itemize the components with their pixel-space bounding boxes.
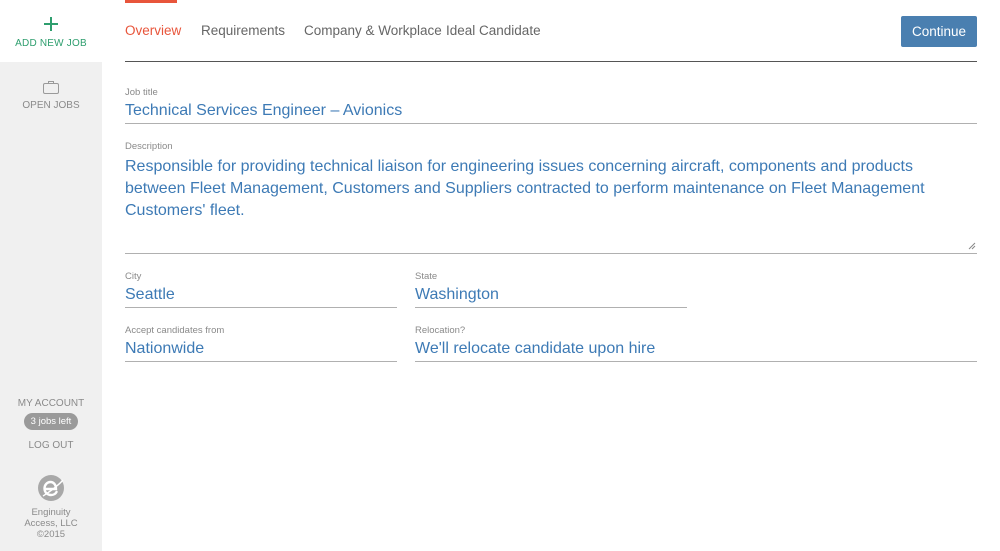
open-jobs-label: OPEN JOBS <box>22 100 80 111</box>
briefcase-icon <box>43 81 59 94</box>
job-title-label: Job title <box>125 87 158 98</box>
tab-overview[interactable]: Overview <box>125 23 181 38</box>
footer-year: ©2015 <box>36 529 66 540</box>
accept-candidates-label: Accept candidates from <box>125 325 225 336</box>
plus-icon <box>44 17 58 31</box>
open-jobs-button[interactable]: OPEN JOBS <box>0 76 102 116</box>
copyright-footer: Enginuity Access, LLC ©2015 <box>0 507 102 540</box>
sidebar: ADD NEW JOB OPEN JOBS MY ACCOUNT 3 jobs … <box>0 0 102 551</box>
job-title-field[interactable]: Technical Services Engineer – Avionics <box>125 102 977 124</box>
state-field[interactable]: Washington <box>415 286 687 308</box>
description-text: Responsible for providing technical liai… <box>125 158 925 219</box>
log-out-link[interactable]: LOG OUT <box>0 440 102 451</box>
my-account-link[interactable]: MY ACCOUNT <box>0 398 102 409</box>
enginuity-logo-icon <box>38 475 64 501</box>
footer-company-line1: Enginuity <box>31 507 71 518</box>
footer-company-line2: Access, LLC <box>24 518 78 529</box>
description-label: Description <box>125 141 173 152</box>
tab-ideal-candidate[interactable]: Ideal Candidate <box>446 23 541 38</box>
description-field[interactable]: Responsible for providing technical liai… <box>125 156 977 254</box>
resize-handle-icon[interactable] <box>968 242 976 250</box>
accept-candidates-field[interactable]: Nationwide <box>125 340 397 362</box>
relocation-field[interactable]: We'll relocate candidate upon hire <box>415 340 977 362</box>
jobs-left-badge: 3 jobs left <box>24 413 78 430</box>
city-label: City <box>125 271 142 282</box>
active-tab-indicator <box>125 0 177 3</box>
add-new-job-button[interactable]: ADD NEW JOB <box>0 0 102 62</box>
city-field[interactable]: Seattle <box>125 286 397 308</box>
tab-company-workplace[interactable]: Company & Workplace <box>304 23 442 38</box>
tab-requirements[interactable]: Requirements <box>201 23 285 38</box>
continue-button[interactable]: Continue <box>901 16 977 47</box>
relocation-label: Relocation? <box>415 325 466 336</box>
add-new-job-label: ADD NEW JOB <box>15 38 87 49</box>
state-label: State <box>415 271 438 282</box>
header-divider <box>125 61 977 62</box>
